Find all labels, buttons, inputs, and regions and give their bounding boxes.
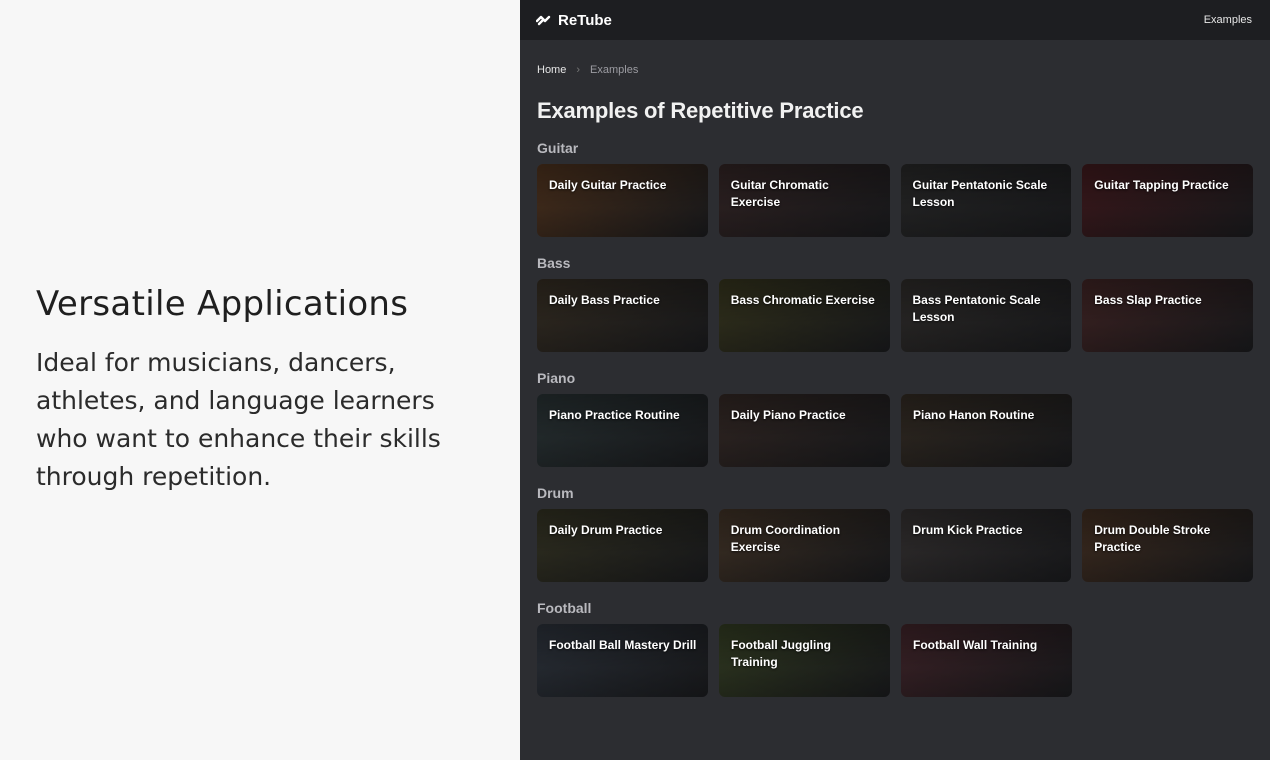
example-card[interactable]: Drum Double Stroke Practice [1082, 509, 1253, 582]
card-label: Bass Chromatic Exercise [730, 293, 875, 307]
nav-examples-link[interactable]: Examples [1204, 14, 1252, 26]
card-overlay [719, 394, 890, 467]
example-card[interactable]: Guitar Tapping Practice [1082, 164, 1253, 237]
card-label: Daily Bass Practice [549, 293, 660, 307]
card-label: Football Wall Training [913, 638, 1038, 652]
example-card[interactable]: Bass Chromatic Exercise [718, 279, 890, 352]
card-grid: Football Ball Mastery Drill Football Jugg… [537, 624, 1253, 697]
card-overlay [900, 509, 1072, 582]
card-grid: Daily Bass Practice Bass Chromatic Exerci… [537, 279, 1253, 352]
example-card[interactable]: Daily Guitar Practice [537, 164, 708, 237]
breadcrumb-current: Examples [590, 64, 639, 76]
retube-logo-icon [536, 15, 551, 26]
section-drum: Drum Daily Drum Practice Drum Coordination… [537, 485, 1253, 582]
section-piano: Piano Piano Practice Routine Daily Piano P… [537, 370, 1253, 467]
card-grid: Piano Practice Routine Daily Piano Practi… [537, 394, 1253, 467]
card-overlay [1082, 279, 1253, 352]
card-overlay [901, 624, 1072, 697]
top-navbar: ReTube Examples [520, 0, 1270, 40]
example-card[interactable]: Guitar Pentatonic Scale Lesson [900, 164, 1072, 237]
card-label: Drum Kick Practice [912, 523, 1023, 537]
example-card[interactable]: Bass Slap Practice [1082, 279, 1253, 352]
example-card[interactable]: Drum Coordination Exercise [718, 509, 890, 582]
promo-title: Versatile Applications [36, 284, 409, 324]
section-title: Guitar [537, 140, 579, 156]
card-overlay [537, 624, 708, 697]
example-card[interactable]: Daily Bass Practice [537, 279, 708, 352]
promo-description: Ideal for musicians, dancers, athletes, … [36, 348, 441, 491]
example-card[interactable]: Drum Kick Practice [900, 509, 1072, 582]
card-overlay [1082, 164, 1253, 237]
card-label: Guitar Chromatic Exercise [730, 178, 829, 209]
card-overlay [537, 394, 708, 467]
example-card[interactable]: Football Ball Mastery Drill [537, 624, 708, 697]
section-football: Football Football Ball Mastery Drill Footb… [537, 600, 1253, 697]
card-label: Football Juggling Training [731, 638, 831, 669]
breadcrumb-chevron-icon: › [576, 64, 581, 76]
page-title: Examples of Repetitive Practice [537, 98, 864, 123]
card-label: Bass Slap Practice [1094, 293, 1202, 307]
example-card[interactable]: Bass Pentatonic Scale Lesson [900, 279, 1072, 352]
sections-container: Guitar Daily Guitar Practice Guitar Chroma… [537, 140, 1253, 697]
example-card[interactable]: Guitar Chromatic Exercise [718, 164, 890, 237]
card-label: Piano Hanon Routine [913, 408, 1035, 422]
section-title: Football [537, 600, 592, 616]
card-label: Football Ball Mastery Drill [549, 638, 697, 652]
card-grid: Daily Drum Practice Drum Coordination Exe… [537, 509, 1253, 582]
card-overlay [537, 509, 708, 582]
promo-panel: Versatile Applications Ideal for musicia… [0, 0, 520, 760]
card-overlay [901, 394, 1072, 467]
example-card[interactable]: Piano Practice Routine [537, 394, 708, 467]
section-title: Piano [537, 370, 576, 386]
card-overlay [537, 279, 708, 352]
card-label: Guitar Pentatonic Scale Lesson [912, 178, 1048, 209]
card-overlay [718, 279, 890, 352]
card-label: Piano Practice Routine [549, 408, 680, 422]
card-overlay [537, 164, 708, 237]
card-label: Drum Double Stroke Practice [1094, 523, 1211, 554]
breadcrumb: Home › Examples [537, 64, 1253, 76]
brand[interactable]: ReTube [536, 12, 612, 29]
section-guitar: Guitar Daily Guitar Practice Guitar Chroma… [537, 140, 1253, 237]
app-window: ReTube Examples Home › Examples Examples… [520, 0, 1270, 760]
example-card[interactable]: Daily Drum Practice [537, 509, 708, 582]
breadcrumb-home[interactable]: Home [537, 64, 566, 76]
card-label: Daily Guitar Practice [549, 178, 667, 192]
card-label: Bass Pentatonic Scale Lesson [912, 293, 1041, 324]
section-title: Drum [537, 485, 574, 501]
example-card[interactable]: Piano Hanon Routine [901, 394, 1072, 467]
example-card[interactable]: Football Juggling Training [719, 624, 890, 697]
main-content: Home › Examples Examples of Repetitive P… [520, 40, 1270, 697]
section-title: Bass [537, 255, 571, 271]
example-card[interactable]: Daily Piano Practice [719, 394, 890, 467]
example-card[interactable]: Football Wall Training [901, 624, 1072, 697]
card-label: Daily Drum Practice [549, 523, 663, 537]
card-label: Drum Coordination Exercise [730, 523, 841, 554]
section-bass: Bass Daily Bass Practice Bass Chromatic Ex… [537, 255, 1253, 352]
card-label: Guitar Tapping Practice [1094, 178, 1229, 192]
brand-name: ReTube [558, 11, 612, 29]
card-grid: Daily Guitar Practice Guitar Chromatic Ex… [537, 164, 1253, 237]
card-label: Daily Piano Practice [731, 408, 846, 422]
